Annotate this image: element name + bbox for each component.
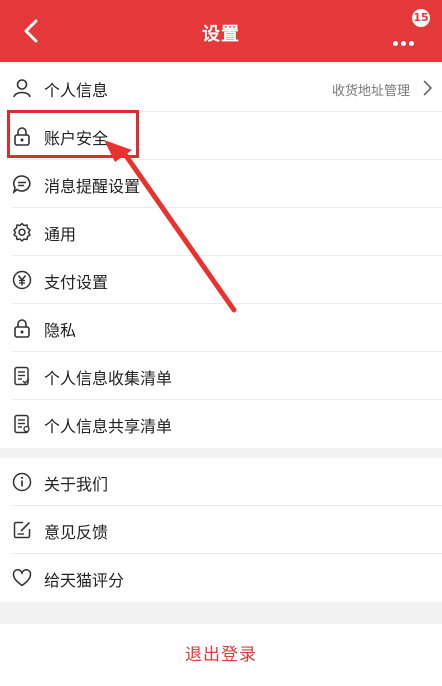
settings-item-general[interactable]: 通用 [0, 208, 442, 256]
settings-item-label: 消息提醒设置 [44, 177, 141, 196]
settings-item-label: 个人信息收集清单 [44, 369, 173, 388]
settings-item-label: 关于我们 [44, 475, 109, 494]
settings-item-personal-info[interactable]: 个人信息 收货地址管理 [0, 64, 442, 112]
settings-item-label: 通用 [44, 225, 77, 244]
top-bar: 设置 15 [0, 0, 442, 62]
settings-item-privacy[interactable]: 隐私 [0, 304, 442, 352]
settings-item-info-sharing[interactable]: 个人信息共享清单 [0, 400, 442, 448]
info-icon [12, 472, 32, 492]
notification-badge: 15 [412, 9, 430, 27]
settings-item-feedback[interactable]: 意见反馈 [0, 506, 442, 554]
privacy-lock-icon [14, 319, 30, 338]
settings-item-notifications[interactable]: 消息提醒设置 [0, 160, 442, 208]
settings-item-label: 支付设置 [44, 273, 109, 292]
chevron-right-icon [423, 80, 432, 96]
logout-button[interactable]: 退出登录 [0, 640, 442, 665]
address-manage-link[interactable]: 收货地址管理 [332, 80, 410, 99]
settings-group-about: 关于我们 意见反馈 给天猫评分 [0, 458, 442, 602]
logout-section: 退出登录 [0, 624, 442, 686]
page-title: 设置 [202, 24, 240, 45]
yen-icon [12, 270, 32, 290]
settings-item-label: 意见反馈 [44, 523, 109, 542]
more-dots-icon [393, 31, 417, 50]
document-icon [14, 366, 30, 386]
message-icon [12, 175, 31, 194]
feedback-icon [13, 521, 31, 539]
settings-item-info-collection[interactable]: 个人信息收集清单 [0, 352, 442, 400]
settings-item-about-us[interactable]: 关于我们 [0, 458, 442, 506]
settings-item-label: 个人信息共享清单 [44, 417, 173, 436]
settings-item-label: 隐私 [44, 321, 77, 340]
document-share-icon [14, 414, 30, 434]
settings-item-label: 给天猫评分 [44, 571, 125, 590]
highlight-box [7, 110, 139, 158]
settings-item-payment[interactable]: 支付设置 [0, 256, 442, 304]
settings-item-label: 个人信息 [44, 81, 109, 100]
settings-item-rate-app[interactable]: 给天猫评分 [0, 554, 442, 602]
gear-icon [13, 222, 31, 242]
user-icon [13, 79, 31, 98]
heart-icon [12, 569, 32, 587]
